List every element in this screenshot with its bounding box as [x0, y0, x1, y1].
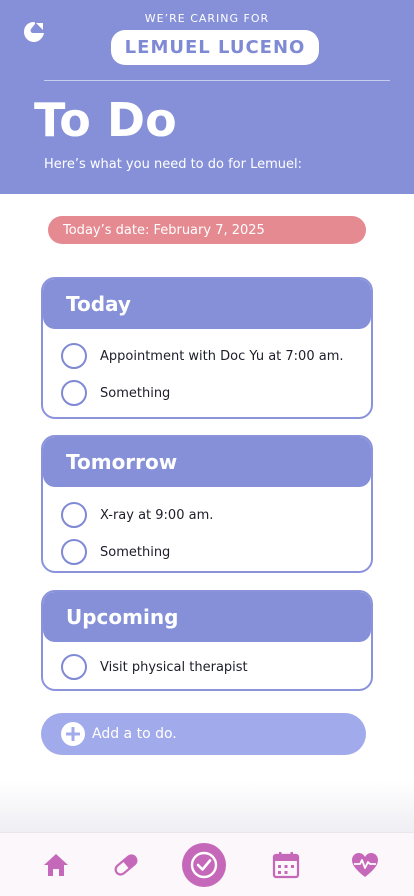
todo-item[interactable]: Visit physical therapist	[43, 649, 371, 685]
section-upcoming: Upcoming Visit physical therapist	[41, 590, 373, 691]
header: WE’RE CARING FOR LEMUEL LUCENO To Do Her…	[0, 0, 414, 194]
checkbox[interactable]	[61, 654, 87, 680]
page-subtitle: Here’s what you need to do for Lemuel:	[44, 157, 303, 172]
section-title: Upcoming	[43, 592, 371, 642]
todo-label: Something	[100, 544, 171, 560]
todo-label: Appointment with Doc Yu at 7:00 am.	[100, 348, 344, 364]
patient-name-badge[interactable]: LEMUEL LUCENO	[111, 30, 319, 65]
add-todo-label: Add a to do.	[92, 726, 177, 742]
checkbox[interactable]	[61, 502, 87, 528]
section-today: Today Appointment with Doc Yu at 7:00 am…	[41, 277, 373, 419]
nav-todo[interactable]	[182, 843, 226, 887]
todo-label: Something	[100, 385, 171, 401]
page-title: To Do	[34, 93, 177, 147]
nav-health[interactable]	[345, 845, 385, 885]
todo-label: Visit physical therapist	[100, 659, 248, 675]
section-title: Today	[43, 279, 371, 329]
nav-medication[interactable]	[106, 845, 146, 885]
pill-icon	[114, 854, 138, 876]
heart-pulse-icon	[352, 853, 378, 877]
check-circle-icon	[190, 851, 218, 879]
checkbox[interactable]	[61, 380, 87, 406]
caring-for-label: WE’RE CARING FOR	[144, 12, 270, 25]
bottom-nav	[0, 832, 414, 896]
section-tomorrow: Tomorrow X-ray at 9:00 am. Something	[41, 435, 373, 573]
section-title: Tomorrow	[43, 437, 371, 487]
checkbox[interactable]	[61, 539, 87, 565]
home-icon	[44, 854, 68, 876]
nav-calendar[interactable]	[266, 845, 306, 885]
todo-item[interactable]: Appointment with Doc Yu at 7:00 am.	[43, 338, 371, 374]
todo-item[interactable]: Something	[43, 375, 371, 411]
calendar-icon	[272, 852, 300, 879]
checkbox[interactable]	[61, 343, 87, 369]
todo-item[interactable]: Something	[43, 534, 371, 570]
nav-home[interactable]	[36, 845, 76, 885]
date-badge: Today’s date: February 7, 2025	[48, 216, 366, 244]
plus-icon	[61, 722, 85, 746]
add-todo-button[interactable]: Add a to do.	[41, 713, 366, 755]
todo-label: X-ray at 9:00 am.	[100, 507, 214, 523]
header-divider	[44, 80, 390, 81]
scroll-fade	[0, 780, 414, 832]
todo-item[interactable]: X-ray at 9:00 am.	[43, 497, 371, 533]
